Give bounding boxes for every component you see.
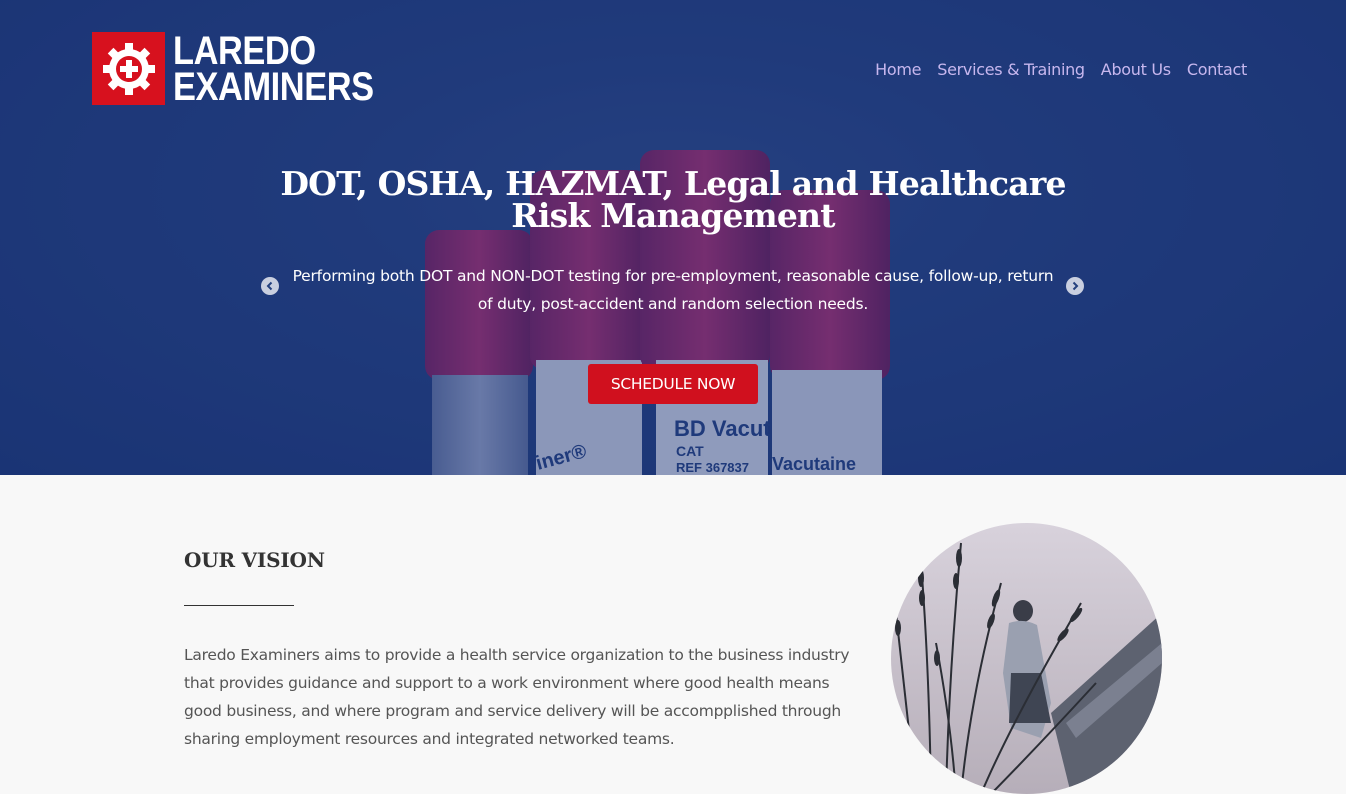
vision-text: Laredo Examiners aims to provide a healt… — [184, 646, 850, 748]
site-logo[interactable]: LAREDO EXAMINERS — [92, 28, 406, 109]
main-nav: Home Services & Training About Us Contac… — [875, 60, 1247, 79]
nav-home[interactable]: Home — [875, 60, 921, 79]
slider-prev-button[interactable] — [261, 277, 279, 295]
logo-wordmark: LAREDO EXAMINERS — [173, 28, 374, 109]
vision-section: OUR VISION Laredo Examiners aims to prov… — [0, 475, 1346, 794]
slider-next-button[interactable] — [1066, 277, 1084, 295]
vision-photo — [891, 523, 1162, 794]
logo-line-2: EXAMINERS — [173, 64, 374, 109]
hero-headline-line-2: Risk Management — [511, 196, 835, 235]
nav-contact[interactable]: Contact — [1187, 60, 1247, 79]
logo-line-1: LAREDO — [173, 28, 316, 73]
vision-title: OUR VISION — [184, 548, 325, 572]
chevron-left-icon — [266, 281, 273, 291]
nav-about-us[interactable]: About Us — [1101, 60, 1171, 79]
gear-plus-icon — [92, 32, 165, 105]
schedule-now-button[interactable]: SCHEDULE NOW — [588, 364, 758, 404]
chevron-right-icon — [1072, 281, 1079, 291]
hero-banner: iner® BD Vacut CAT REF 367837 Vacutaine — [0, 0, 1346, 475]
nav-services-training[interactable]: Services & Training — [937, 60, 1085, 79]
section-divider — [184, 605, 294, 606]
hero-headline: DOT, OSHA, HAZMAT, Legal and Healthcare … — [0, 167, 1346, 235]
hero-subline: Performing both DOT and NON-DOT testing … — [292, 267, 1054, 313]
